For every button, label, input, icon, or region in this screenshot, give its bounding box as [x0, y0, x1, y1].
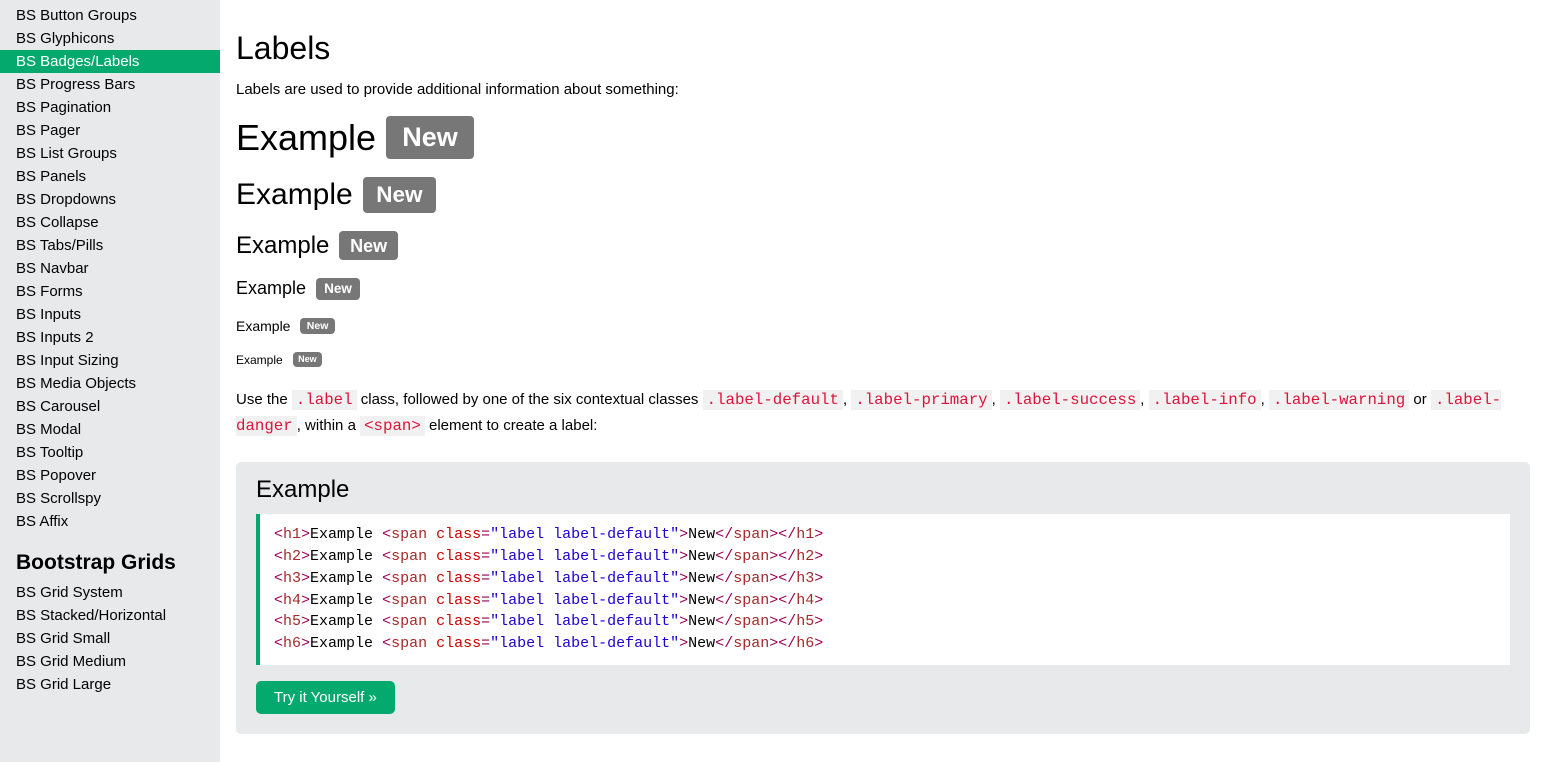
example-text: Example [236, 318, 290, 334]
sidebar-item[interactable]: BS Media Objects [0, 372, 220, 395]
example-h6: Example New [236, 352, 1530, 366]
code-label: .label [292, 390, 357, 410]
sidebar-item[interactable]: BS Dropdowns [0, 188, 220, 211]
section-intro: Labels are used to provide additional in… [236, 81, 1530, 98]
sidebar-item[interactable]: BS Affix [0, 510, 220, 533]
text: , within a [297, 417, 360, 434]
code-label-success: .label-success [1000, 390, 1140, 410]
try-it-button[interactable]: Try it Yourself » [256, 681, 395, 714]
sidebar-item[interactable]: BS Grid Small [0, 627, 220, 650]
sidebar-item[interactable]: BS Modal [0, 418, 220, 441]
example-text: Example [236, 178, 353, 212]
sidebar-item[interactable]: BS Forms [0, 280, 220, 303]
example-text: Example [236, 232, 329, 260]
section-title: Labels [236, 30, 1530, 67]
code-label-info: .label-info [1149, 390, 1261, 410]
text: class, followed by one of the six contex… [357, 391, 703, 408]
sidebar-item[interactable]: BS Tabs/Pills [0, 234, 220, 257]
label-badge: New [386, 116, 474, 159]
text: or [1409, 391, 1431, 408]
text: , [992, 391, 1000, 408]
sidebar-item[interactable]: BS Carousel [0, 395, 220, 418]
sidebar-item[interactable]: BS Grid Large [0, 673, 220, 696]
example-h1: ExampleNew [236, 116, 1530, 159]
sidebar-item[interactable]: BS Badges/Labels [0, 50, 220, 73]
sidebar-item[interactable]: BS Glyphicons [0, 27, 220, 50]
explain-text: Use the .label class, followed by one of… [236, 387, 1530, 441]
sidebar-item[interactable]: BS Input Sizing [0, 349, 220, 372]
example-h3: Example New [236, 231, 1530, 260]
text: , [1261, 391, 1269, 408]
sidebar: BS Button GroupsBS GlyphiconsBS Badges/L… [0, 0, 220, 762]
sidebar-heading: Bootstrap Grids [0, 533, 220, 581]
text: element to create a label: [425, 417, 598, 434]
sidebar-item[interactable]: BS Collapse [0, 211, 220, 234]
code-label-default: .label-default [703, 390, 843, 410]
sidebar-item[interactable]: BS Panels [0, 165, 220, 188]
code-example-heading: Example [256, 476, 1510, 504]
code-example-box: Example <h1>Example <span class="label l… [236, 462, 1530, 734]
sidebar-item[interactable]: BS Stacked/Horizontal [0, 604, 220, 627]
code-span-tag: <span> [360, 416, 425, 436]
sidebar-item[interactable]: BS Popover [0, 464, 220, 487]
example-h2: Example New [236, 177, 1530, 213]
example-h4: Example New [236, 278, 1530, 300]
label-badge: New [300, 318, 334, 335]
sidebar-item[interactable]: BS Pagination [0, 96, 220, 119]
sidebar-item[interactable]: BS Navbar [0, 257, 220, 280]
sidebar-item[interactable]: BS Grid System [0, 581, 220, 604]
main-content: Labels Labels are used to provide additi… [220, 0, 1562, 762]
example-text: Example [236, 117, 376, 159]
code-label-warning: .label-warning [1269, 390, 1409, 410]
sidebar-item[interactable]: BS Tooltip [0, 441, 220, 464]
label-badge: New [339, 231, 398, 260]
example-text: Example [236, 353, 283, 367]
sidebar-item[interactable]: BS Scrollspy [0, 487, 220, 510]
code-label-primary: .label-primary [851, 390, 991, 410]
text: , [1140, 391, 1148, 408]
sidebar-item[interactable]: BS Pager [0, 119, 220, 142]
code-block: <h1>Example <span class="label label-def… [256, 514, 1510, 665]
sidebar-item[interactable]: BS Inputs 2 [0, 326, 220, 349]
sidebar-item[interactable]: BS Button Groups [0, 4, 220, 27]
example-h5: Example New [236, 318, 1530, 335]
sidebar-item[interactable]: BS Inputs [0, 303, 220, 326]
text: Use the [236, 391, 292, 408]
sidebar-item[interactable]: BS List Groups [0, 142, 220, 165]
label-badge: New [293, 352, 322, 366]
example-text: Example [236, 278, 306, 299]
label-badge: New [363, 177, 436, 213]
sidebar-item[interactable]: BS Progress Bars [0, 73, 220, 96]
label-examples: ExampleNewExampleNewExampleNewExampleNew… [236, 116, 1530, 367]
label-badge: New [316, 278, 360, 300]
sidebar-item[interactable]: BS Grid Medium [0, 650, 220, 673]
